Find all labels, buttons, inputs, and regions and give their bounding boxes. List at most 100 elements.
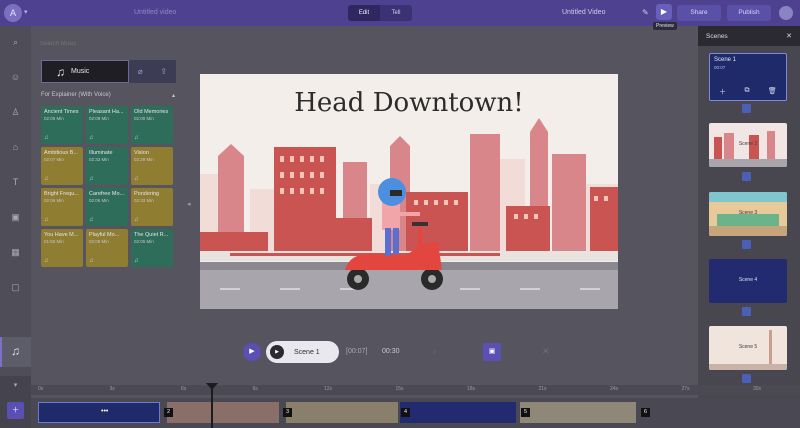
scene-card-label: Scene 4 <box>738 277 758 283</box>
scene-card-2[interactable]: Scene 2 <box>709 123 787 167</box>
playhead[interactable] <box>211 384 213 428</box>
track-name: Pondering <box>134 191 160 197</box>
track-name: Ambitious B... <box>44 150 78 156</box>
volume-icon[interactable]: ♪ <box>432 347 436 356</box>
category-header[interactable]: For Explainer (With Voice) ▴ <box>41 92 175 102</box>
mode-edit[interactable]: Edit <box>348 5 380 21</box>
mode-toggle[interactable]: Edit Tell <box>348 5 412 21</box>
trash-icon[interactable]: 🗑 <box>768 87 777 97</box>
music-note-icon: ♫ <box>134 217 139 223</box>
music-track-tile[interactable]: Playful Mo... 02:08 Min ♫ <box>86 229 128 267</box>
share-button[interactable]: Share <box>677 5 721 21</box>
video-icon[interactable]: ▦ <box>8 245 23 260</box>
text-icon[interactable]: T <box>8 175 23 190</box>
track-name: Old Memories <box>134 109 169 115</box>
timeline-clip-1[interactable]: ••• <box>38 402 160 423</box>
timeline-clip-2[interactable] <box>167 402 279 423</box>
scene-selector[interactable]: ▶ Scene 1 <box>266 341 339 363</box>
user-icon[interactable]: ♙ <box>8 105 23 120</box>
add-icon[interactable]: ＋ <box>719 87 726 97</box>
fit-screen-button[interactable]: ▣ <box>483 343 501 361</box>
track-name: Ancient Times <box>44 109 79 115</box>
video-title[interactable]: Untitled Video <box>562 9 605 16</box>
scene-card-duration: 00:07 <box>714 65 726 70</box>
music-track-tile[interactable]: Old Memories 02:00 Min ♫ <box>131 106 173 144</box>
music-icon[interactable]: ♫ <box>8 344 23 359</box>
music-track-tile[interactable]: Bright Frequ... 02:06 Min ♫ <box>41 188 83 226</box>
music-note-icon: ♫ <box>134 176 139 182</box>
timeline-tick: 30s <box>753 386 762 392</box>
play-button[interactable]: ▶ <box>243 343 261 361</box>
search-input[interactable] <box>40 38 170 50</box>
avatar[interactable] <box>779 6 793 20</box>
record-icon[interactable]: ⌀ <box>138 67 143 76</box>
track-duration: 02:00 Min <box>134 116 154 121</box>
music-track-tile[interactable]: Ambitious B... 02:07 Min ♫ <box>41 147 83 185</box>
music-track-tile[interactable]: Pleasant Ha... 02:09 Min ♫ <box>86 106 128 144</box>
timeline-clip-4[interactable] <box>400 402 516 423</box>
music-track-tile[interactable]: Illuminate 02:33 Min ♫ <box>86 147 128 185</box>
track-name: Playful Mo... <box>89 232 120 238</box>
tab-music[interactable]: ♫ Music <box>41 60 129 83</box>
image-icon[interactable]: ▣ <box>8 210 23 225</box>
characters-icon[interactable]: ☺ <box>8 70 23 85</box>
watermark: wtvid.com <box>753 414 794 424</box>
mode-tell[interactable]: Tell <box>380 5 412 21</box>
music-note-icon: ♫ <box>134 135 139 141</box>
timeline-clip-5[interactable] <box>520 402 636 423</box>
scene-card-label: Scene 2 <box>738 141 758 147</box>
scene-heading[interactable]: Head Downtown! <box>200 88 618 118</box>
play-scene-icon[interactable]: ▶ <box>270 345 284 359</box>
scene-number-5 <box>742 374 751 383</box>
chevron-down-icon[interactable]: ▾ <box>8 378 23 393</box>
upload-icon[interactable]: ⇪ <box>160 67 167 76</box>
scene-canvas[interactable]: Head Downtown! <box>200 74 618 309</box>
music-track-tile[interactable]: Vision 02:29 Min ♫ <box>131 147 173 185</box>
music-track-tile[interactable]: Ancient Times 02:06 Min ♫ <box>41 106 83 144</box>
chevron-down-icon[interactable]: ▾ <box>24 8 28 16</box>
copy-icon[interactable]: ⧉ <box>745 87 750 97</box>
close-icon[interactable]: ✕ <box>542 346 550 357</box>
scene-number-4 <box>742 307 751 316</box>
search-icon[interactable]: ⌕ <box>8 35 23 50</box>
scene-card-4[interactable]: Scene 4 <box>709 259 787 303</box>
music-note-icon: ♫ <box>89 135 94 141</box>
timeline-tick: 3s <box>109 386 115 392</box>
add-scene-button[interactable]: ＋ <box>7 402 24 419</box>
music-track-tile[interactable]: Carefree Mo... 02:06 Min ♫ <box>86 188 128 226</box>
track-duration: 02:06 Min <box>89 198 109 203</box>
scene-card-label: Scene 1 <box>714 57 737 63</box>
chevron-left-icon[interactable]: ◂ <box>187 200 191 208</box>
track-duration: 02:33 Min <box>89 157 109 162</box>
track-duration: 02:06 Min <box>44 198 64 203</box>
more-icon[interactable]: ••• <box>101 408 108 415</box>
scene-card-5[interactable]: Scene 5 <box>709 326 787 370</box>
left-rail: ⌕ ☺ ♙ ⌂ T ▣ ▦ ▢ ♫ <box>0 26 31 398</box>
music-track-tile[interactable]: The Quiet R... 02:06 Min ♫ <box>131 229 173 267</box>
scene-card-label: Scene 5 <box>738 344 758 350</box>
music-track-tile[interactable]: Pondering 02:33 Min ♫ <box>131 188 173 226</box>
music-track-tile[interactable]: You Have M... 01:58 Min ♫ <box>41 229 83 267</box>
timeline-tick: 9s <box>252 386 258 392</box>
track-duration: 02:09 Min <box>89 116 109 121</box>
track-name: Pleasant Ha... <box>89 109 124 115</box>
category-label: For Explainer (With Voice) <box>41 92 111 98</box>
chevron-up-icon[interactable]: ▴ <box>172 92 175 99</box>
scene-card-3[interactable]: Scene 3 <box>709 192 787 236</box>
scene-number-1 <box>742 104 751 113</box>
music-tiles: Ancient Times 02:06 Min ♫ Pleasant Ha... 02:… <box>41 106 176 267</box>
timeline-clip-3[interactable] <box>286 402 398 423</box>
photo-icon[interactable]: ▢ <box>8 280 23 295</box>
app-logo[interactable]: A <box>4 4 22 22</box>
timeline-ruler[interactable]: 0s 3s 6s 9s 12s 15s 18s 21s 24s 27s 30s <box>31 385 800 395</box>
music-note-icon: ♫ <box>44 176 49 182</box>
pencil-icon[interactable]: ✎ <box>642 8 649 17</box>
tab-actions: ⌀ ⇪ <box>129 60 176 83</box>
preview-button[interactable]: ▶ <box>656 4 672 20</box>
close-icon[interactable]: ✕ <box>786 32 792 40</box>
music-note-icon: ♫ <box>56 64 65 79</box>
publish-button[interactable]: Publish <box>727 5 771 21</box>
home-icon[interactable]: ⌂ <box>8 140 23 155</box>
scene-card-tools: ＋ ⧉ 🗑 <box>710 87 786 97</box>
scene-card-1[interactable]: Scene 1 00:07 ＋ ⧉ 🗑 <box>709 53 787 101</box>
